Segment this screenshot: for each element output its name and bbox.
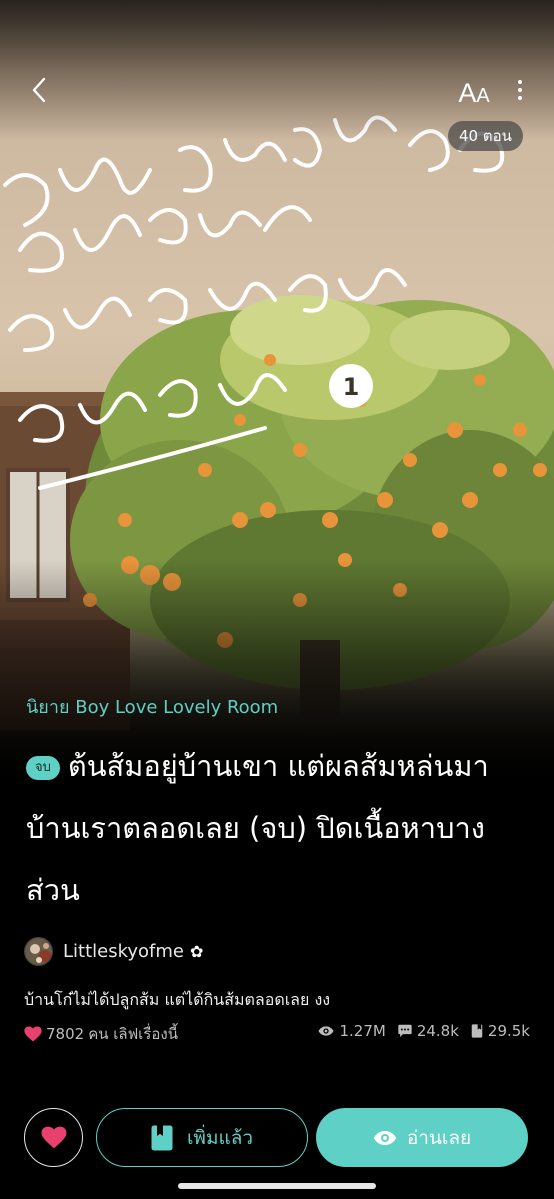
avatar[interactable] — [24, 936, 53, 966]
stats-row: 7802 คน เลิฟเรื่องนี้ 1.27M 24.8k 29.5k — [24, 1022, 530, 1044]
eye-icon — [373, 1130, 397, 1145]
story-title: ต้นส้มอยู่บ้านเขา แต่ผลส้มหล่นมาบ้านเราต… — [26, 749, 489, 907]
font-size-icon-small: A — [476, 85, 490, 107]
likes-count: 7802 — [46, 1025, 85, 1043]
top-gradient — [0, 0, 554, 140]
comments-count: 24.8k — [416, 1022, 459, 1040]
story-metrics: 1.27M 24.8k 29.5k — [318, 1022, 530, 1040]
favorite-button[interactable] — [24, 1108, 83, 1167]
story-title-block: จบ ต้นส้มอยู่บ้านเขา แต่ผลส้มหล่นมาบ้านเร… — [26, 735, 531, 921]
more-vertical-icon-dot — [518, 88, 522, 92]
more-vertical-icon-dot — [518, 96, 522, 100]
font-size-icon-large: A — [458, 78, 477, 108]
font-size-button[interactable]: AA — [452, 72, 496, 108]
episode-count-badge: 40 ตอน — [448, 121, 523, 151]
read-label: อ่านเลย — [406, 1126, 472, 1149]
bookmarks-count: 29.5k — [487, 1022, 530, 1040]
likes-label: คน เลิฟเรื่องนี้ — [88, 1025, 178, 1043]
views-count: 1.27M — [339, 1022, 386, 1040]
status-badge: จบ — [26, 756, 60, 780]
svg-text:1: 1 — [343, 373, 360, 401]
comment-icon — [398, 1024, 412, 1037]
comments-stat: 24.8k — [398, 1022, 459, 1040]
added-label: เพิ่มแล้ว — [186, 1126, 254, 1149]
eye-icon — [319, 1026, 334, 1036]
story-category[interactable]: นิยาย Boy Love Lovely Room — [26, 692, 278, 721]
likes-stat: 7802 คน เลิฟเรื่องนี้ — [24, 1022, 178, 1046]
cover-image: 1 — [0, 0, 554, 790]
home-indicator[interactable] — [178, 1183, 376, 1189]
bookmark-icon — [471, 1024, 483, 1038]
back-arrow-icon — [32, 77, 46, 103]
read-now-button[interactable]: อ่านเลย — [316, 1108, 528, 1167]
bookmarks-stat: 29.5k — [471, 1022, 530, 1040]
added-to-library-button[interactable]: เพิ่มแล้ว — [96, 1108, 308, 1167]
bottom-action-bar: เพิ่มแล้ว อ่านเลย — [0, 1100, 554, 1199]
more-vertical-icon-dot — [518, 80, 522, 84]
back-button[interactable] — [22, 72, 56, 108]
heart-icon — [24, 1026, 42, 1042]
views-stat: 1.27M — [318, 1022, 386, 1040]
author-name[interactable]: Littleskyofme — [63, 941, 184, 962]
more-options-button[interactable] — [508, 74, 532, 106]
flower-icon: ✿ — [190, 941, 204, 961]
book-icon — [151, 1125, 173, 1150]
author-row[interactable]: Littleskyofme ✿ — [24, 936, 203, 966]
heart-icon — [41, 1126, 66, 1149]
story-synopsis: บ้านโก๋ไม่ได้ปลูกส้ม แต่ได้กินส้มตลอดเลย… — [24, 990, 331, 1009]
